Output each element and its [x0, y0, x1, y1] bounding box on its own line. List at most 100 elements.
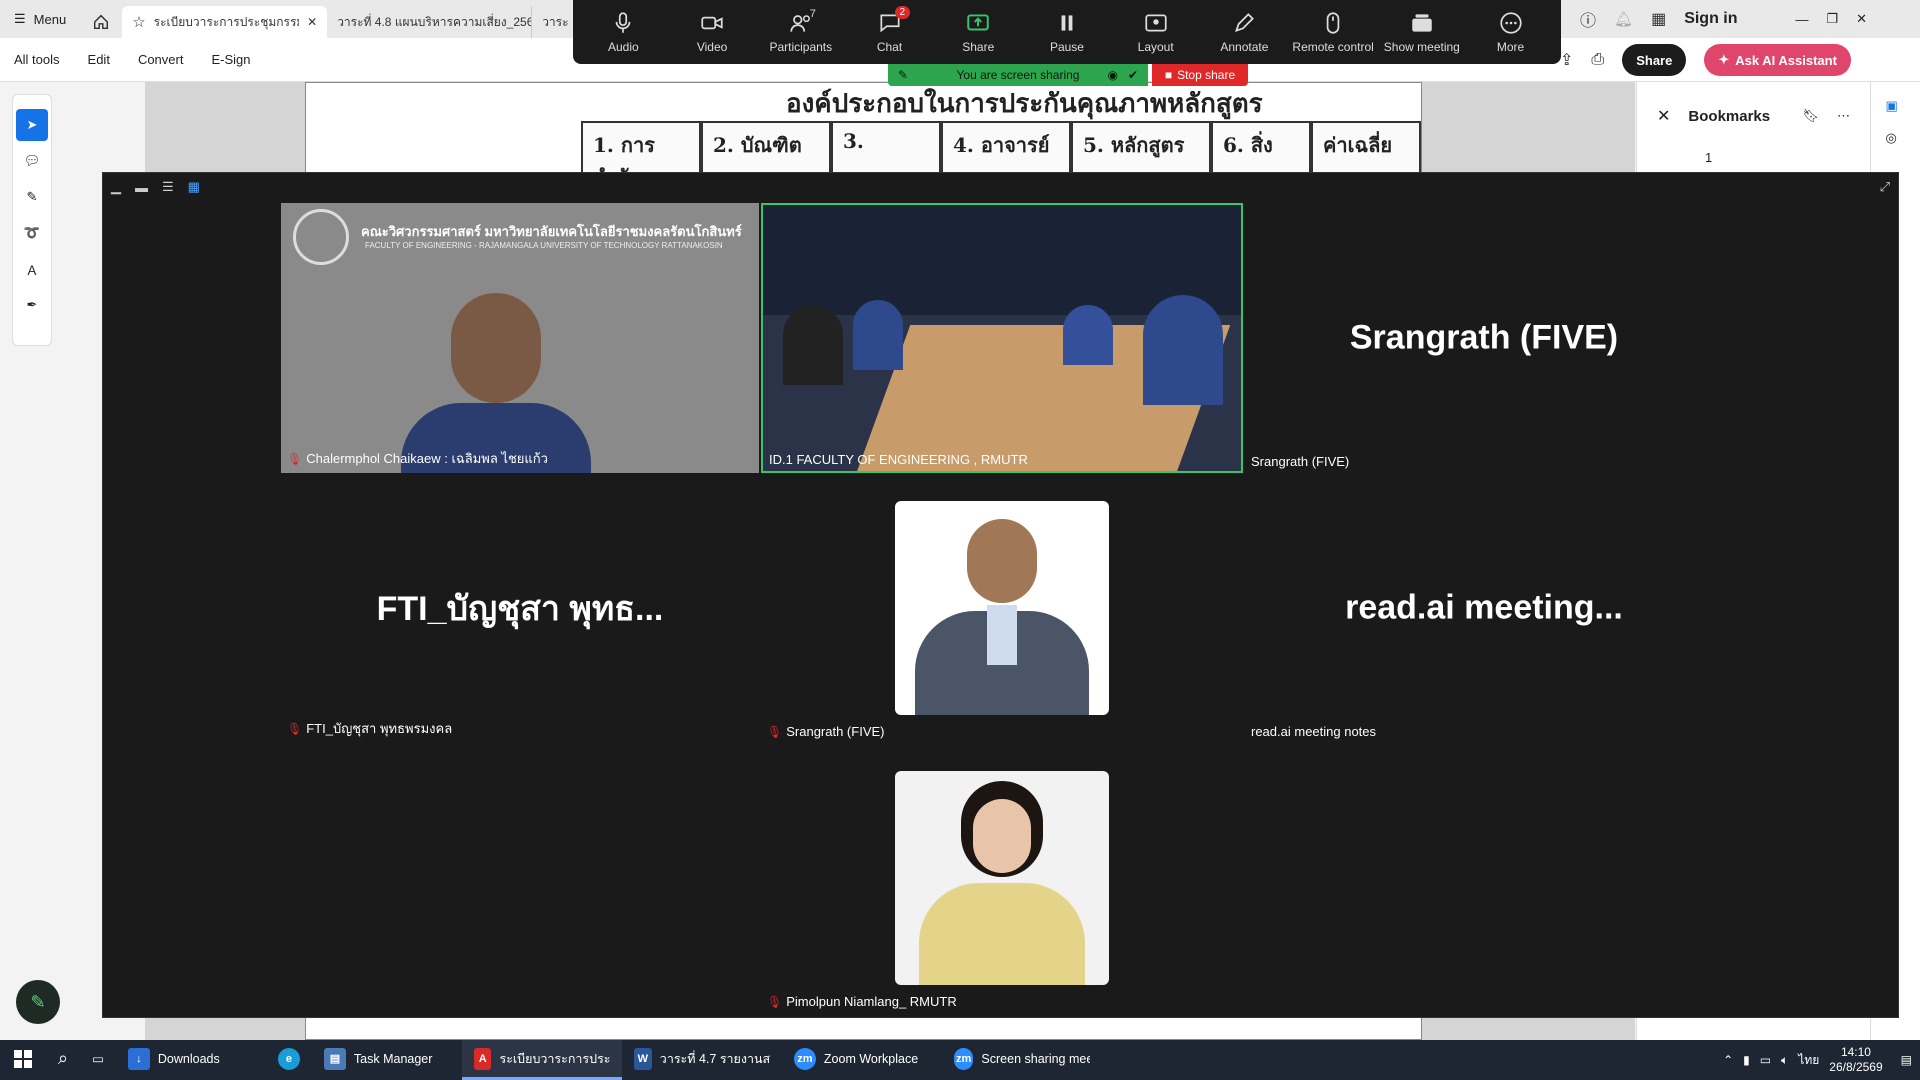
- more-button[interactable]: More: [1468, 2, 1554, 62]
- clock[interactable]: 14:10 26/8/2569: [1829, 1045, 1882, 1075]
- edit-menu[interactable]: Edit: [74, 52, 124, 67]
- remote-control-button[interactable]: Remote control: [1290, 2, 1376, 62]
- zoom-icon: zm: [793, 1047, 816, 1070]
- highlight-tool[interactable]: ✎: [16, 181, 48, 213]
- microphone-icon: [615, 12, 631, 33]
- document-tab-active[interactable]: ☆ ระเบียบวาระการประชุมกรรมกา... ✕: [122, 6, 328, 38]
- logo-text-thai: คณะวิศวกรรมศาสตร์ มหาวิทยาลัยเทคโนโลยีรา…: [361, 224, 742, 239]
- participant-tile[interactable]: Srangrath (FIVE) Srangrath (FIVE): [1245, 203, 1723, 473]
- task-view-button[interactable]: ▭: [80, 1040, 116, 1080]
- participant-tile-active-speaker[interactable]: ID.1 FACULTY OF ENGINEERING , RMUTR: [761, 203, 1243, 473]
- annotate-fab[interactable]: ✎: [16, 980, 60, 1024]
- menu-button[interactable]: ☰ Menu: [0, 0, 80, 38]
- zoom-icon: zm: [953, 1047, 974, 1070]
- help-icon[interactable]: ⓘ: [1580, 7, 1596, 31]
- sign-tool[interactable]: ✒: [16, 289, 48, 321]
- pause-share-button[interactable]: Pause: [1024, 2, 1110, 62]
- taskbar-app-word[interactable]: W วาระที่ 4.7 รายงานสรุป...: [622, 1040, 782, 1080]
- stop-share-button[interactable]: ■ Stop share: [1152, 64, 1248, 86]
- participant-display-name: FTI_บัญชุสา พุทธ...: [376, 590, 664, 628]
- expand-icon[interactable]: ⤢: [1880, 179, 1890, 195]
- task-manager-icon: ▤: [323, 1047, 346, 1070]
- esign-menu[interactable]: E-Sign: [197, 52, 264, 67]
- participant-tile[interactable]: FTI_บัญชุสา พุทธ... 🎙︎ FTI_บัญชุสา พุทธพร…: [281, 473, 759, 743]
- zoom-meeting-toolbar: Audio Video 7 Participants 2 Chat Share …: [573, 0, 1561, 64]
- share-button[interactable]: Share: [935, 2, 1021, 62]
- doc-actions: ⇪ ⎙ Share ✦ Ask AI Assistant: [1560, 44, 1851, 76]
- search-icon: ⌕: [58, 1048, 69, 1068]
- close-icon[interactable]: ✕: [1657, 106, 1670, 126]
- apps-grid-icon[interactable]: ▦: [1651, 9, 1666, 29]
- shield-icon: ◉: [1107, 68, 1118, 82]
- add-bookmark-icon[interactable]: 🔖︎: [1802, 108, 1819, 124]
- participant-video-person: [401, 293, 591, 473]
- minimize-window-icon[interactable]: —: [1796, 12, 1809, 27]
- bell-icon[interactable]: 🔔︎: [1614, 10, 1633, 28]
- language-indicator[interactable]: ไทย: [1798, 1051, 1819, 1070]
- home-icon: [94, 14, 109, 30]
- bookmark-item[interactable]: 1: [1637, 150, 1870, 165]
- comment-tool[interactable]: 💬︎: [16, 145, 48, 177]
- tray-overflow-icon[interactable]: ⌃: [1723, 1053, 1733, 1067]
- taskbar-app-zoom-sharing[interactable]: zm Screen sharing mee...: [942, 1040, 1102, 1080]
- zoom-gallery-window: ▁ ▬ ☰ ▦ ⤢ คณะวิศวกรรมศาสตร์ มหาวิทยาลัยเ…: [102, 172, 1899, 1018]
- document-tab[interactable]: วาระที่ 4.8 แผนบริหารความเสี่ยง_2569 (..…: [327, 6, 533, 38]
- taskbar-app-acrobat[interactable]: A ระเบียบวาระการประชุม...: [461, 1040, 622, 1080]
- university-logo: [293, 209, 349, 265]
- audio-button[interactable]: Audio: [580, 2, 666, 62]
- participant-photo: [895, 501, 1109, 715]
- ask-ai-assistant-button[interactable]: ✦ Ask AI Assistant: [1704, 44, 1851, 76]
- participants-button[interactable]: 7 Participants: [758, 2, 844, 62]
- layout-button[interactable]: Layout: [1113, 2, 1199, 62]
- all-tools-menu[interactable]: All tools: [0, 52, 74, 67]
- document-tab[interactable]: วาระ: [532, 6, 572, 38]
- strip-view-icon[interactable]: ▬: [135, 180, 148, 195]
- chat-button[interactable]: 2 Chat: [847, 2, 933, 62]
- bookmarks-title: Bookmarks: [1688, 107, 1771, 125]
- panel-icon[interactable]: ▣: [1886, 98, 1906, 114]
- more-options-icon[interactable]: ⋯: [1837, 108, 1850, 124]
- participant-tile[interactable]: 🎙︎ Srangrath (FIVE): [761, 473, 1243, 743]
- gallery-view-icon[interactable]: ▦: [188, 179, 200, 195]
- taskbar-app-task-manager[interactable]: ▤ Task Manager: [312, 1040, 462, 1080]
- pin-icon[interactable]: ✎: [898, 68, 908, 82]
- participant-tile[interactable]: คณะวิศวกรรมศาสตร์ มหาวิทยาลัยเทคโนโลยีรา…: [281, 203, 759, 473]
- minimize-icon[interactable]: ▁: [111, 179, 121, 195]
- text-tool[interactable]: Ａ: [16, 253, 48, 285]
- draw-tool[interactable]: ➰: [16, 217, 48, 249]
- annotate-button[interactable]: Annotate: [1201, 2, 1287, 62]
- select-tool[interactable]: ➤: [16, 109, 48, 141]
- network-icon[interactable]: ▭: [1760, 1053, 1771, 1067]
- share-button[interactable]: Share: [1622, 44, 1687, 76]
- volume-icon[interactable]: 🔈︎: [1781, 1053, 1788, 1068]
- print-icon[interactable]: ⎙: [1591, 51, 1604, 69]
- video-button[interactable]: Video: [669, 2, 755, 62]
- participant-tile[interactable]: 🎙︎ Pimolpun Niamlang_ RMUTR: [761, 743, 1243, 1013]
- search-button[interactable]: ⌕: [46, 1040, 80, 1080]
- speaker-view-icon[interactable]: ☰: [162, 179, 174, 195]
- star-icon[interactable]: ☆: [132, 13, 145, 31]
- home-tab[interactable]: [80, 6, 122, 38]
- taskbar-app-zoom-workplace[interactable]: zm Zoom Workplace: [782, 1040, 942, 1080]
- restore-window-icon[interactable]: ❐: [1827, 11, 1839, 27]
- close-tab-icon[interactable]: ✕: [307, 15, 317, 29]
- top-right-actions: ⓘ 🔔︎ ▦ Sign in — ❐ ✕: [1580, 0, 1867, 38]
- show-meeting-button[interactable]: Show meeting: [1379, 2, 1465, 62]
- comments-icon[interactable]: ◎: [1886, 130, 1906, 146]
- download-icon: ↓: [127, 1047, 150, 1070]
- muted-mic-icon: 🎙︎: [287, 451, 303, 466]
- hamburger-icon: ☰: [14, 11, 26, 26]
- document-heading: องค์ประกอบในการประกันคุณภาพหลักสูตร: [786, 89, 1263, 119]
- convert-menu[interactable]: Convert: [124, 52, 198, 67]
- taskbar-app-downloads[interactable]: ↓ Downloads: [116, 1040, 266, 1080]
- sign-in-link[interactable]: Sign in: [1684, 10, 1737, 28]
- start-button[interactable]: [0, 1040, 46, 1080]
- notification-icon[interactable]: ▤: [1901, 1053, 1912, 1067]
- upload-cloud-icon[interactable]: ⇪: [1560, 50, 1573, 70]
- battery-icon[interactable]: ▮: [1743, 1053, 1750, 1067]
- participant-tile[interactable]: read.ai meeting... read.ai meeting notes: [1245, 473, 1723, 743]
- close-window-icon[interactable]: ✕: [1856, 11, 1867, 27]
- taskbar-app-edge[interactable]: e: [266, 1040, 312, 1080]
- muted-mic-icon: 🎙︎: [287, 721, 303, 736]
- show-meeting-icon: [1412, 14, 1432, 32]
